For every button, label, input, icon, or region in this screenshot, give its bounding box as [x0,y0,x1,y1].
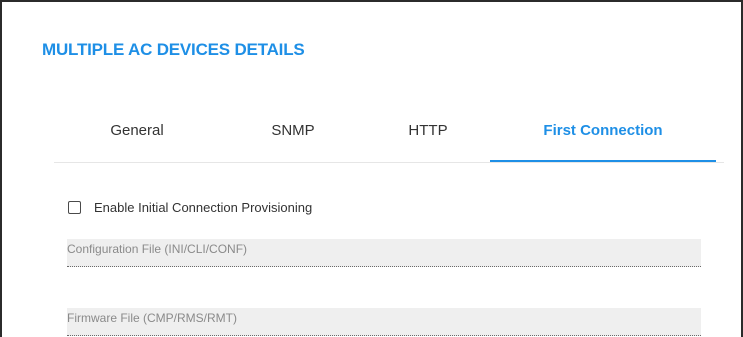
enable-initial-connection-provisioning[interactable]: Enable Initial Connection Provisioning [68,198,312,216]
tab-http[interactable]: HTTP [366,102,490,161]
firmware-file-field[interactable]: Firmware File (CMP/RMS/RMT) [67,308,701,336]
enable-provisioning-label: Enable Initial Connection Provisioning [94,199,313,215]
configuration-file-placeholder: Configuration File (INI/CLI/CONF) [67,242,248,256]
tab-general[interactable]: General [54,102,220,161]
tab-bar: General SNMP HTTP First Connection [54,102,724,163]
enable-provisioning-checkbox[interactable] [68,200,81,214]
configuration-file-field[interactable]: Configuration File (INI/CLI/CONF) [67,239,701,267]
tab-first-connection[interactable]: First Connection [490,102,716,162]
firmware-file-placeholder: Firmware File (CMP/RMS/RMT) [67,311,237,325]
tab-snmp[interactable]: SNMP [220,102,366,161]
dialog-title: MULTIPLE AC DEVICES DETAILS [42,40,305,59]
dialog-window: MULTIPLE AC DEVICES DETAILS General SNMP… [0,0,743,337]
